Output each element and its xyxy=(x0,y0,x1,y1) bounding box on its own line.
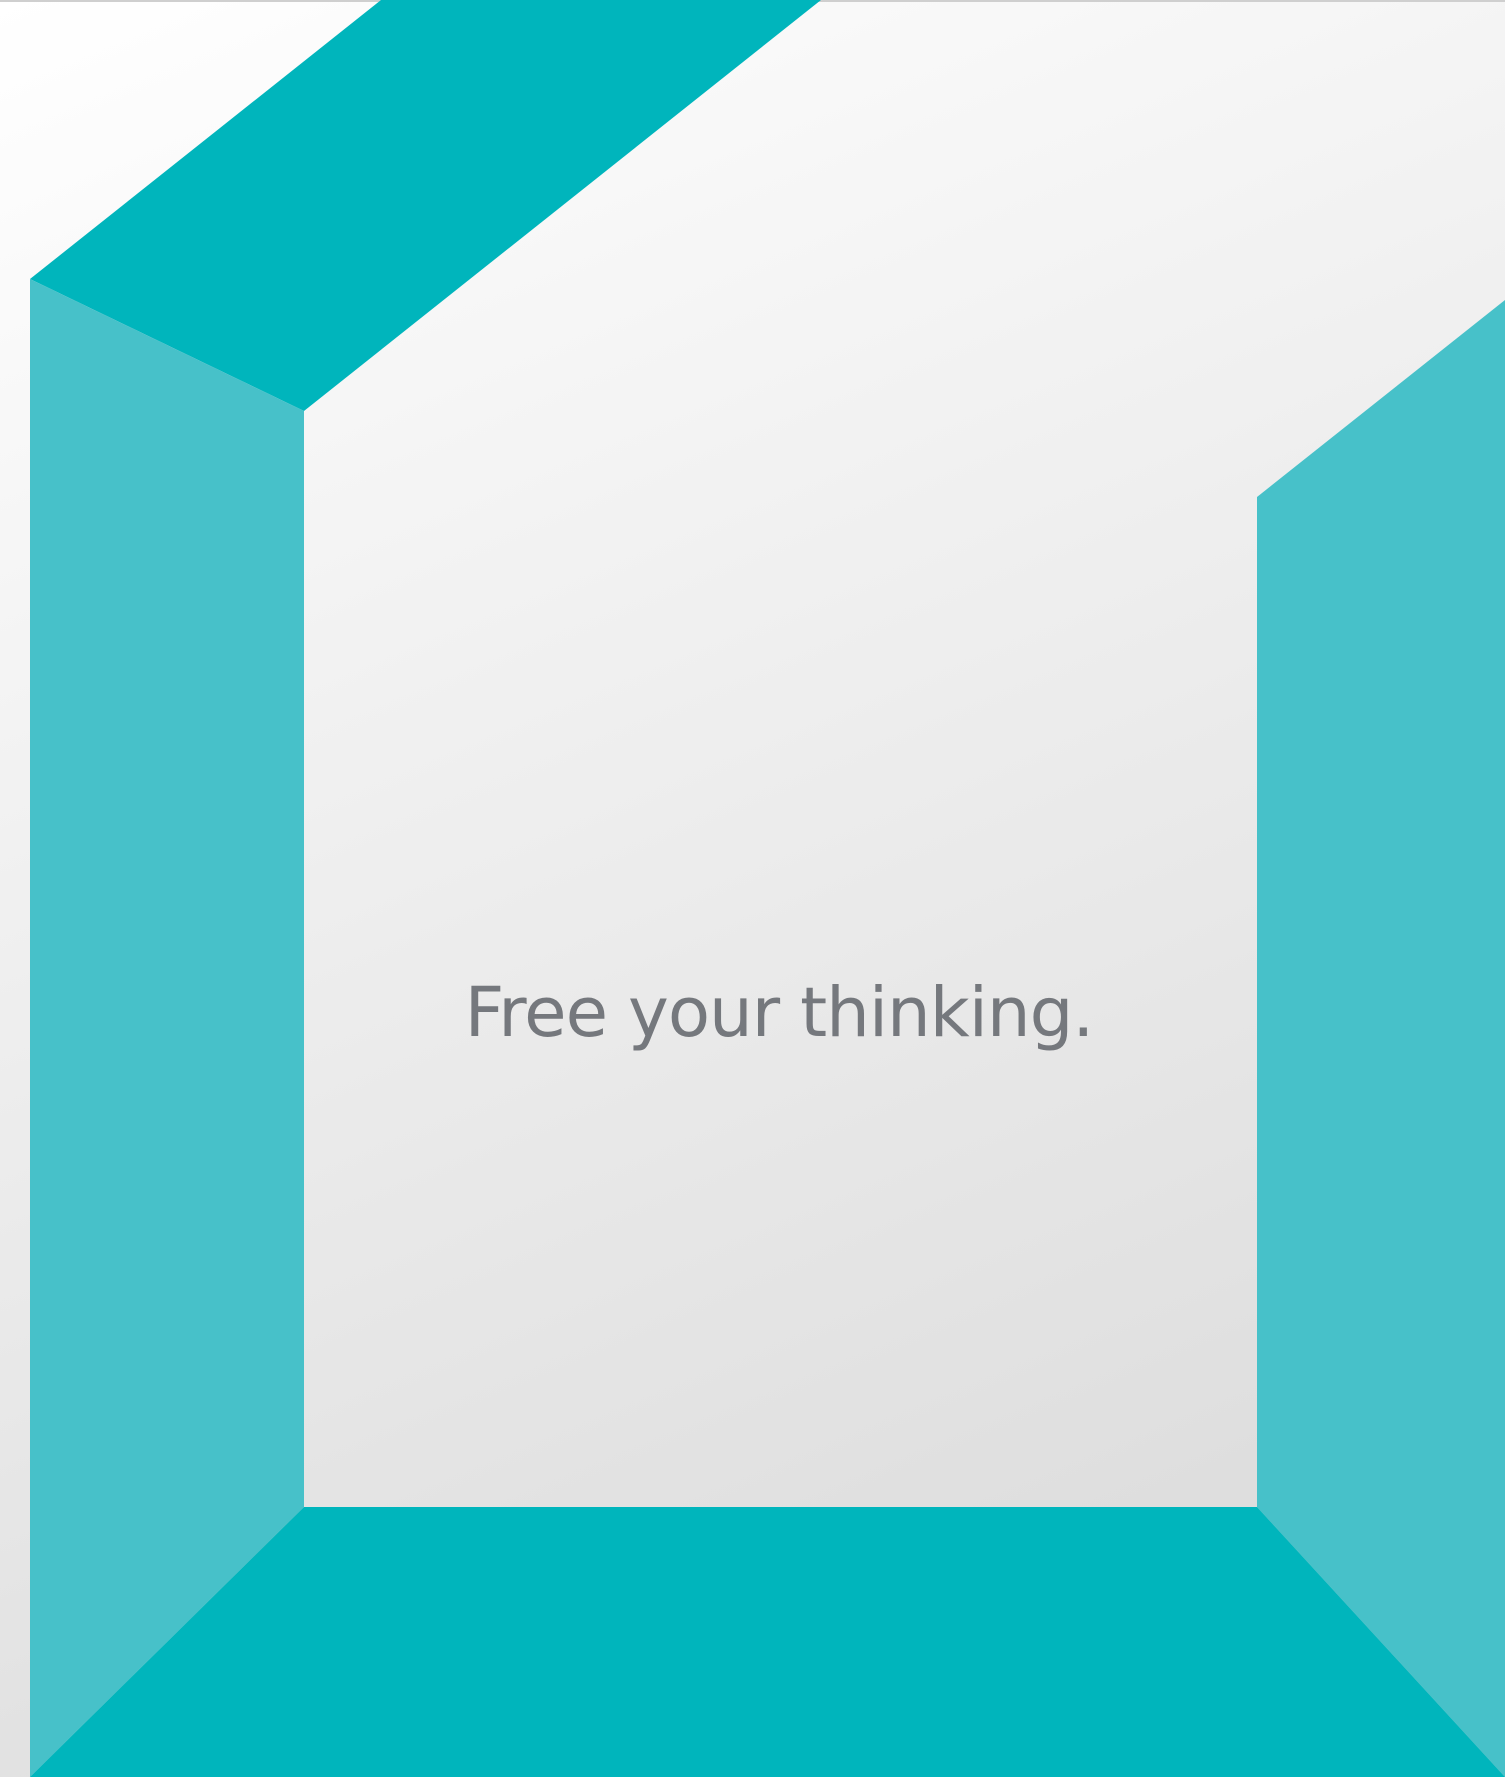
tagline: Free your thinking. xyxy=(464,973,1095,1053)
room-illustration xyxy=(0,0,1505,1777)
poster: Free your thinking. xyxy=(0,0,1505,1777)
